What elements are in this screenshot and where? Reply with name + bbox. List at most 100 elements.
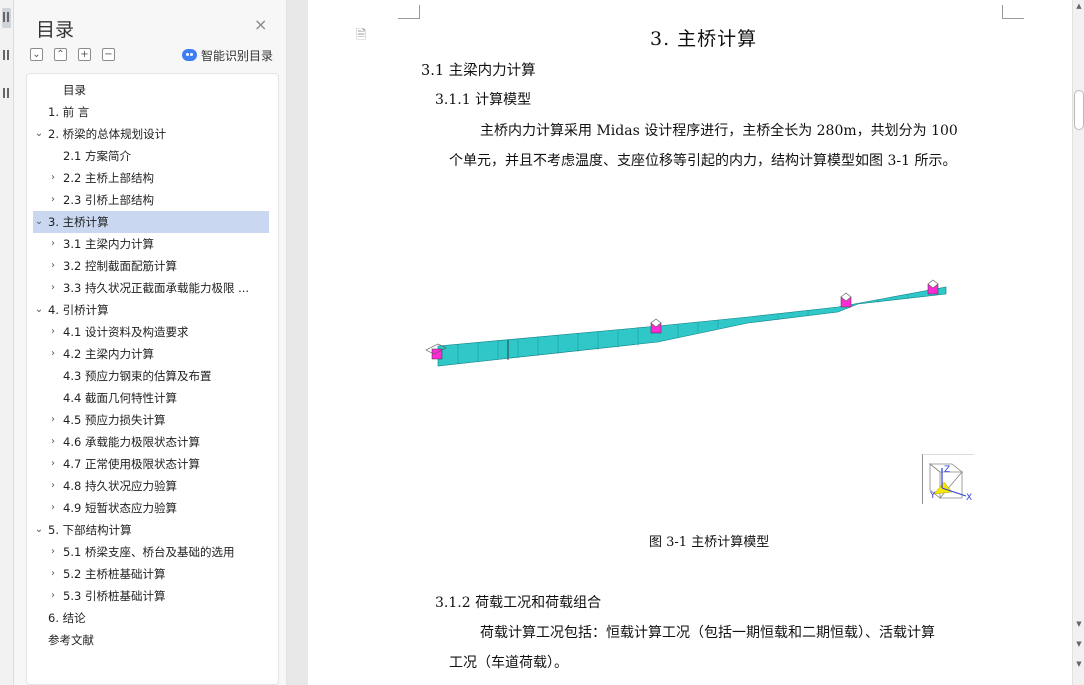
chevron-right-icon[interactable]: › (47, 563, 59, 585)
toc-item[interactable]: › 3.2 控制截面配筋计算 (33, 255, 269, 277)
toc-item[interactable]: ⌄ 4. 引桥计算 (33, 299, 269, 321)
chevron-down-icon[interactable]: ⌄ (33, 519, 45, 541)
demote-level-button[interactable]: − (102, 48, 115, 61)
toc-item-label: 4.6 承载能力极限状态计算 (63, 435, 200, 449)
toc-item[interactable]: › 4.9 短暂状态应力验算 (33, 497, 269, 519)
prev-page-icon[interactable]: ▼ (1074, 640, 1084, 650)
chevron-right-icon (47, 365, 59, 387)
toc-item[interactable]: › 4.1 设计资料及构造要求 (33, 321, 269, 343)
collapse-all-button[interactable]: ⌄ (30, 48, 43, 61)
chevron-right-icon (47, 387, 59, 409)
chevron-right-icon[interactable]: › (47, 255, 59, 277)
toc-item-label: 1. 前 言 (48, 105, 90, 119)
left-tool-strip (0, 0, 14, 685)
list-icon (3, 12, 9, 22)
chevron-right-icon[interactable]: › (47, 409, 59, 431)
page-thumb-tab-icon[interactable] (3, 88, 9, 98)
chevron-down-icon[interactable]: ⌄ (33, 299, 45, 321)
toc-item[interactable]: 4.4 截面几何特性计算 (33, 387, 269, 409)
toc-item-label: 4.3 预应力钢束的估算及布置 (63, 369, 212, 383)
toc-item[interactable]: › 5.1 桥梁支座、桥台及基础的选用 (33, 541, 269, 563)
margin-corner-mark (1002, 5, 1024, 19)
paragraph-line: 主桥内力计算采用 Midas 设计程序进行，主桥全长为 280m，共划分为 10… (480, 123, 958, 139)
paragraph-line: 个单元，并且不考虑温度、支座位移等引起的内力，结构计算模型如图 3-1 所示。 (449, 153, 957, 169)
toc-item[interactable]: ⌄ 5. 下部结构计算 (33, 519, 269, 541)
toc-item-label: 2.2 主桥上部结构 (63, 171, 154, 185)
chevron-right-icon (33, 629, 45, 651)
toc-item[interactable]: ⌄ 2. 桥梁的总体规划设计 (33, 123, 269, 145)
wps-writer-window: 目录 × ⌄ ⌃ + − 智能识别目录 目录 1. 前 言 ⌄ 2. 桥梁的总体规划设… (0, 0, 1084, 685)
heading-subsection: 3.1.2 荷载工况和荷载组合 (435, 595, 602, 611)
paragraph-line: 荷载计算工况包括：恒载计算工况（包括一期恒载和二期恒载）、活载计算 (480, 625, 935, 641)
toc-item-label: 3. 主桥计算 (48, 215, 109, 229)
bookmark-tab-icon[interactable] (3, 50, 9, 60)
support-right (927, 279, 939, 295)
toc-item-label: 4.5 预应力损失计算 (63, 413, 166, 427)
axis-label-y: Y (929, 491, 936, 501)
chevron-right-icon[interactable]: › (47, 497, 59, 519)
toc-item[interactable]: 2.1 方案简介 (33, 145, 269, 167)
chevron-right-icon[interactable]: › (47, 167, 59, 189)
chevron-right-icon[interactable]: › (47, 541, 59, 563)
expand-all-button[interactable]: ⌃ (54, 48, 67, 61)
promote-level-button[interactable]: + (78, 48, 91, 61)
paragraph-line: 工况（车道荷载）。 (449, 655, 568, 671)
next-page-icon[interactable]: ▼ (1074, 660, 1084, 670)
toc-item-label: 4.1 设计资料及构造要求 (63, 325, 189, 339)
toc-item[interactable]: › 4.2 主梁内力计算 (33, 343, 269, 365)
toc-item[interactable]: › 4.5 预应力损失计算 (33, 409, 269, 431)
chevron-right-icon (47, 79, 59, 101)
chevron-right-icon[interactable]: › (47, 431, 59, 453)
support-pier-2 (840, 292, 852, 308)
document-canvas: 🗎 3. 主桥计算 3.1 主梁内力计算 3.1.1 计算模型 主桥内力计算采用… (288, 0, 1072, 685)
axis-triad-icon: Z Y X (922, 454, 974, 504)
toc-item[interactable]: › 5.3 引桥桩基础计算 (33, 585, 269, 607)
chevron-right-icon[interactable]: › (47, 343, 59, 365)
chevron-right-icon[interactable]: › (47, 321, 59, 343)
toc-item[interactable]: 参考文献 (33, 629, 269, 651)
vertical-scrollbar[interactable]: ▲ ▼ ▼ ▼ (1072, 0, 1084, 685)
toc-item[interactable]: › 2.2 主桥上部结构 (33, 167, 269, 189)
chevron-down-icon[interactable]: ⌄ (33, 211, 45, 233)
chevron-right-icon[interactable]: › (47, 189, 59, 211)
toc-item-label: 2.3 引桥上部结构 (63, 193, 154, 207)
toc-item-label: 4.4 截面几何特性计算 (63, 391, 177, 405)
chevron-right-icon[interactable]: › (47, 277, 59, 299)
toc-item-label: 目录 (63, 83, 86, 97)
document-icon[interactable]: 🗎 (356, 26, 366, 48)
chevron-right-icon (33, 607, 45, 629)
toc-item[interactable]: › 3.1 主梁内力计算 (33, 233, 269, 255)
chevron-right-icon[interactable]: › (47, 453, 59, 475)
toc-item-label: 4.8 持久状况应力验算 (63, 479, 177, 493)
smart-toc-label: 智能识别目录 (201, 48, 274, 63)
toc-item[interactable]: › 4.7 正常使用极限状态计算 (33, 453, 269, 475)
toc-item[interactable]: › 4.8 持久状况应力验算 (33, 475, 269, 497)
toc-item[interactable]: › 4.6 承载能力极限状态计算 (33, 431, 269, 453)
toc-item[interactable]: › 3.3 持久状况正截面承载能力极限 ... (33, 277, 269, 299)
toc-item-label: 4. 引桥计算 (48, 303, 109, 317)
toc-item[interactable]: 6. 结论 (33, 607, 269, 629)
toc-item-label: 2.1 方案简介 (63, 149, 131, 163)
axis-label-z: Z (944, 465, 950, 475)
toc-item-label: 5.1 桥梁支座、桥台及基础的选用 (63, 545, 235, 559)
toc-item[interactable]: ⌄ 3. 主桥计算 (33, 211, 269, 233)
close-icon[interactable]: × (254, 17, 267, 33)
toc-item[interactable]: 4.3 预应力钢束的估算及布置 (33, 365, 269, 387)
toc-item[interactable]: › 2.3 引桥上部结构 (33, 189, 269, 211)
chevron-right-icon[interactable]: › (47, 475, 59, 497)
toc-item[interactable]: 1. 前 言 (33, 101, 269, 123)
toc-item-label: 5. 下部结构计算 (48, 523, 132, 537)
scroll-up-arrow-icon[interactable]: ▲ (1074, 2, 1084, 12)
support-pier-1 (650, 318, 662, 334)
scroll-down-arrow-icon[interactable]: ▼ (1074, 620, 1084, 630)
chevron-right-icon[interactable]: › (47, 233, 59, 255)
chevron-down-icon[interactable]: ⌄ (33, 123, 45, 145)
nav-panel-title: 目录 (36, 19, 75, 41)
smart-toc-button[interactable]: 智能识别目录 (182, 46, 273, 64)
toc-item[interactable]: 目录 (33, 79, 269, 101)
chevron-right-icon[interactable]: › (47, 585, 59, 607)
heading-subsection: 3.1.1 计算模型 (435, 92, 532, 108)
toc-item[interactable]: › 5.2 主桥桩基础计算 (33, 563, 269, 585)
scroll-thumb[interactable] (1074, 90, 1084, 130)
toc-item-label: 5.2 主桥桩基础计算 (63, 567, 166, 581)
